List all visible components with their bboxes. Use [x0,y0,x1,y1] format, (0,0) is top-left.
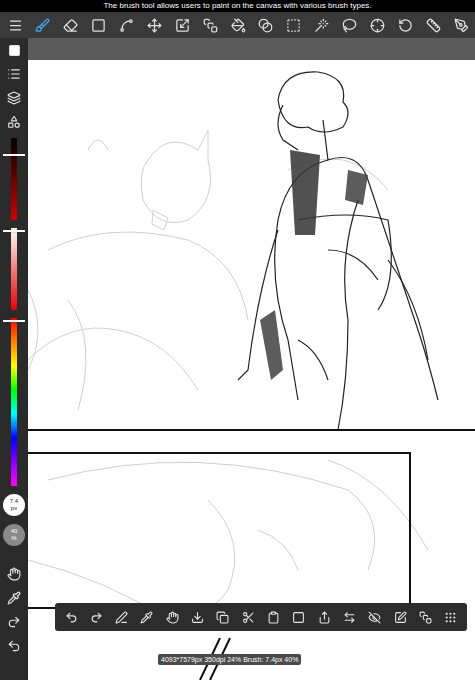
saturation-slider[interactable] [11,228,17,310]
hue-slider[interactable] [11,318,17,486]
toolbar-button[interactable] [114,609,130,625]
tool-button[interactable] [452,16,470,34]
redo-icon [7,615,21,629]
pen-line-icon [115,611,128,624]
undo-icon [7,639,21,653]
color-button[interactable] [5,42,23,58]
list-icon [7,67,21,81]
canvas[interactable]: 4093*7579px 350dpi 24% Brush: 7.4px 40% [28,60,475,680]
tool-button[interactable] [34,16,52,34]
tool-button[interactable] [62,16,80,34]
tool-button[interactable] [229,16,247,34]
download-icon [191,611,204,624]
brush-size[interactable]: 7.4px [3,494,25,516]
toolbar-button[interactable] [215,609,231,625]
rotate-icon [398,18,413,33]
toolbar-button[interactable] [190,609,206,625]
toolbar-button[interactable] [240,609,256,625]
hide-icon [368,611,381,624]
slider-handle[interactable] [3,230,25,232]
pen-icon [454,18,469,33]
floating-toolbar [55,603,467,631]
curve-icon [119,18,134,33]
undo-icon [65,611,78,624]
toolbar-button[interactable] [139,609,155,625]
tool-button[interactable] [424,16,442,34]
tool-button[interactable] [341,16,359,34]
bucket-icon [231,18,246,33]
undo-button[interactable] [5,638,23,654]
tool-button[interactable] [118,16,136,34]
move-icon [147,18,162,33]
tool-button[interactable] [145,16,163,34]
slider-handle[interactable] [3,320,25,322]
tool-button[interactable] [90,16,108,34]
slider-handle[interactable] [3,154,25,156]
hand-button[interactable] [5,566,23,582]
hand-icon [7,567,21,581]
brush-list-button[interactable] [5,66,23,82]
tool-button[interactable] [313,16,331,34]
sketch-drawing[interactable] [28,60,475,680]
toolbar-button[interactable] [367,609,383,625]
redo-button[interactable] [5,614,23,630]
toolbar-button[interactable] [291,609,307,625]
brightness-slider[interactable] [11,138,17,220]
toolbar-button[interactable] [342,609,358,625]
toolbar-button[interactable] [392,609,408,625]
toolbar-button[interactable] [266,609,282,625]
flip-icon [343,611,356,624]
layers-icon [7,91,21,105]
export-icon [318,611,331,624]
fill-icon [419,611,432,624]
paste-icon [267,611,280,624]
scissors-icon [242,611,255,624]
square-icon [292,611,305,624]
transform-icon [175,18,190,33]
tool-button[interactable] [368,16,386,34]
grip-icon [444,611,457,624]
tool-button[interactable] [201,16,219,34]
tool-button[interactable] [396,16,414,34]
crosshair-icon [370,18,385,33]
opacity[interactable]: 40% [3,524,25,546]
tool-button[interactable] [257,16,275,34]
redo-icon [90,611,103,624]
square-icon [91,18,106,33]
lasso-icon [342,18,357,33]
color-swatch-icon [8,44,21,57]
status-bar: 4093*7579px 350dpi 24% Brush: 7.4px 40% [158,654,301,665]
ruler-icon [426,18,441,33]
select-icon [286,18,301,33]
materials-button[interactable] [5,114,23,130]
menu-icon [8,18,23,33]
eyedropper-icon [7,591,21,605]
hand-icon [166,611,179,624]
fill-square-icon [203,18,218,33]
toolbar-button[interactable] [418,609,434,625]
gradient-icon [258,18,273,33]
eraser-icon [63,18,78,33]
canvas-header [28,38,475,60]
toolbar-button[interactable] [63,609,79,625]
copy-icon [216,611,229,624]
eyedropper-icon [140,611,153,624]
layers-button[interactable] [5,90,23,106]
brush-icon [35,18,50,33]
toolbar-button[interactable] [316,609,332,625]
materials-icon [7,115,21,129]
tool-button[interactable] [285,16,303,34]
sidebar: 7.4px 40% [0,38,28,680]
toolbar-button[interactable] [164,609,180,625]
app-screen: The brush tool allows users to paint on … [0,0,475,680]
tool-button[interactable] [173,16,191,34]
magic-wand-icon [314,18,329,33]
toolbar-button[interactable] [443,609,459,625]
toolbar-button[interactable] [88,609,104,625]
edit-icon [394,611,407,624]
top-toolbar [0,12,475,38]
tooltip: The brush tool allows users to paint on … [0,0,475,12]
menu-button[interactable] [6,16,24,34]
eyedropper-button[interactable] [5,590,23,606]
